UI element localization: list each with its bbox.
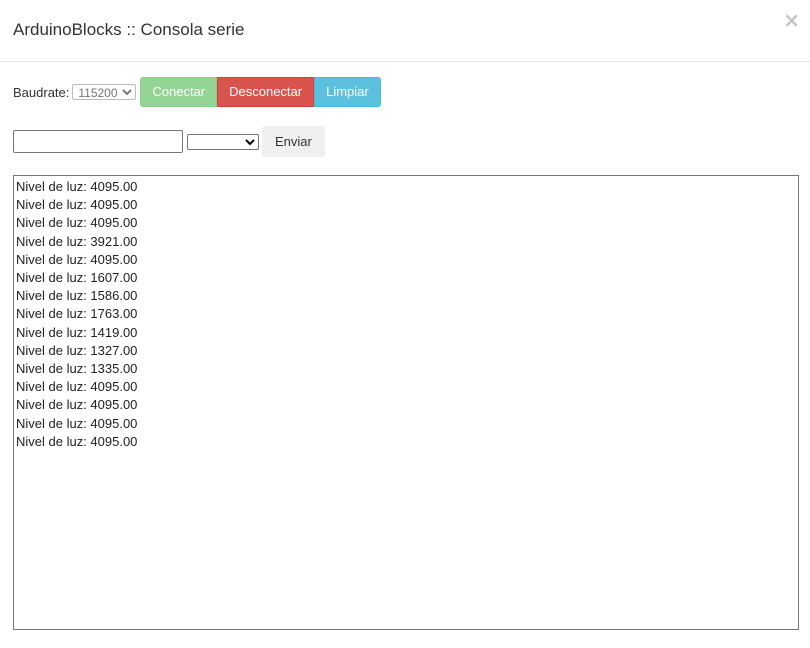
console-line: Nivel de luz: 4095.00 — [16, 433, 138, 449]
console-line: Nivel de luz: 3921.00 — [16, 233, 138, 249]
console-line: Nivel de luz: 4095.00 — [16, 197, 138, 213]
console-line: Nivel de luz: 1327.00 — [16, 342, 138, 358]
modal-title: ArduinoBlocks :: Consola serie — [13, 20, 245, 39]
send-input[interactable] — [13, 130, 183, 153]
console-line: Nivel de luz: 1419.00 — [16, 324, 138, 340]
send-button[interactable]: Enviar — [262, 126, 325, 157]
baudrate-select[interactable]: 115200 — [72, 84, 137, 100]
console-line: Nivel de luz: 1586.00 — [16, 288, 138, 304]
connect-button[interactable]: Conectar — [140, 77, 218, 107]
line-ending-select[interactable] — [187, 133, 259, 150]
connection-toolbar: Baudrate: 115200 Conectar Desconectar Li… — [13, 77, 381, 107]
console-line: Nivel de luz: 4095.00 — [16, 415, 138, 431]
console-line: Nivel de luz: 4095.00 — [16, 379, 138, 395]
send-row: Enviar — [13, 126, 325, 157]
console-line: Nivel de luz: 1335.00 — [16, 361, 138, 377]
baudrate-label: Baudrate: — [13, 84, 70, 100]
disconnect-button[interactable]: Desconectar — [217, 77, 315, 107]
close-icon[interactable]: × — [783, 9, 800, 31]
serial-console-modal: ArduinoBlocks :: Consola serie × Baudrat… — [0, 0, 810, 648]
console-line: Nivel de luz: 1607.00 — [16, 270, 138, 286]
serial-output-console[interactable]: Nivel de luz: 4095.00 Nivel de luz: 4095.… — [13, 175, 799, 630]
console-line: Nivel de luz: 4095.00 — [16, 397, 138, 413]
clear-button[interactable]: Limpiar — [314, 77, 381, 107]
console-line: Nivel de luz: 1763.00 — [16, 306, 138, 322]
console-line: Nivel de luz: 4095.00 — [16, 179, 138, 194]
modal-header: ArduinoBlocks :: Consola serie × — [0, 0, 810, 62]
console-line: Nivel de luz: 4095.00 — [16, 215, 138, 231]
console-line: Nivel de luz: 4095.00 — [16, 251, 138, 267]
